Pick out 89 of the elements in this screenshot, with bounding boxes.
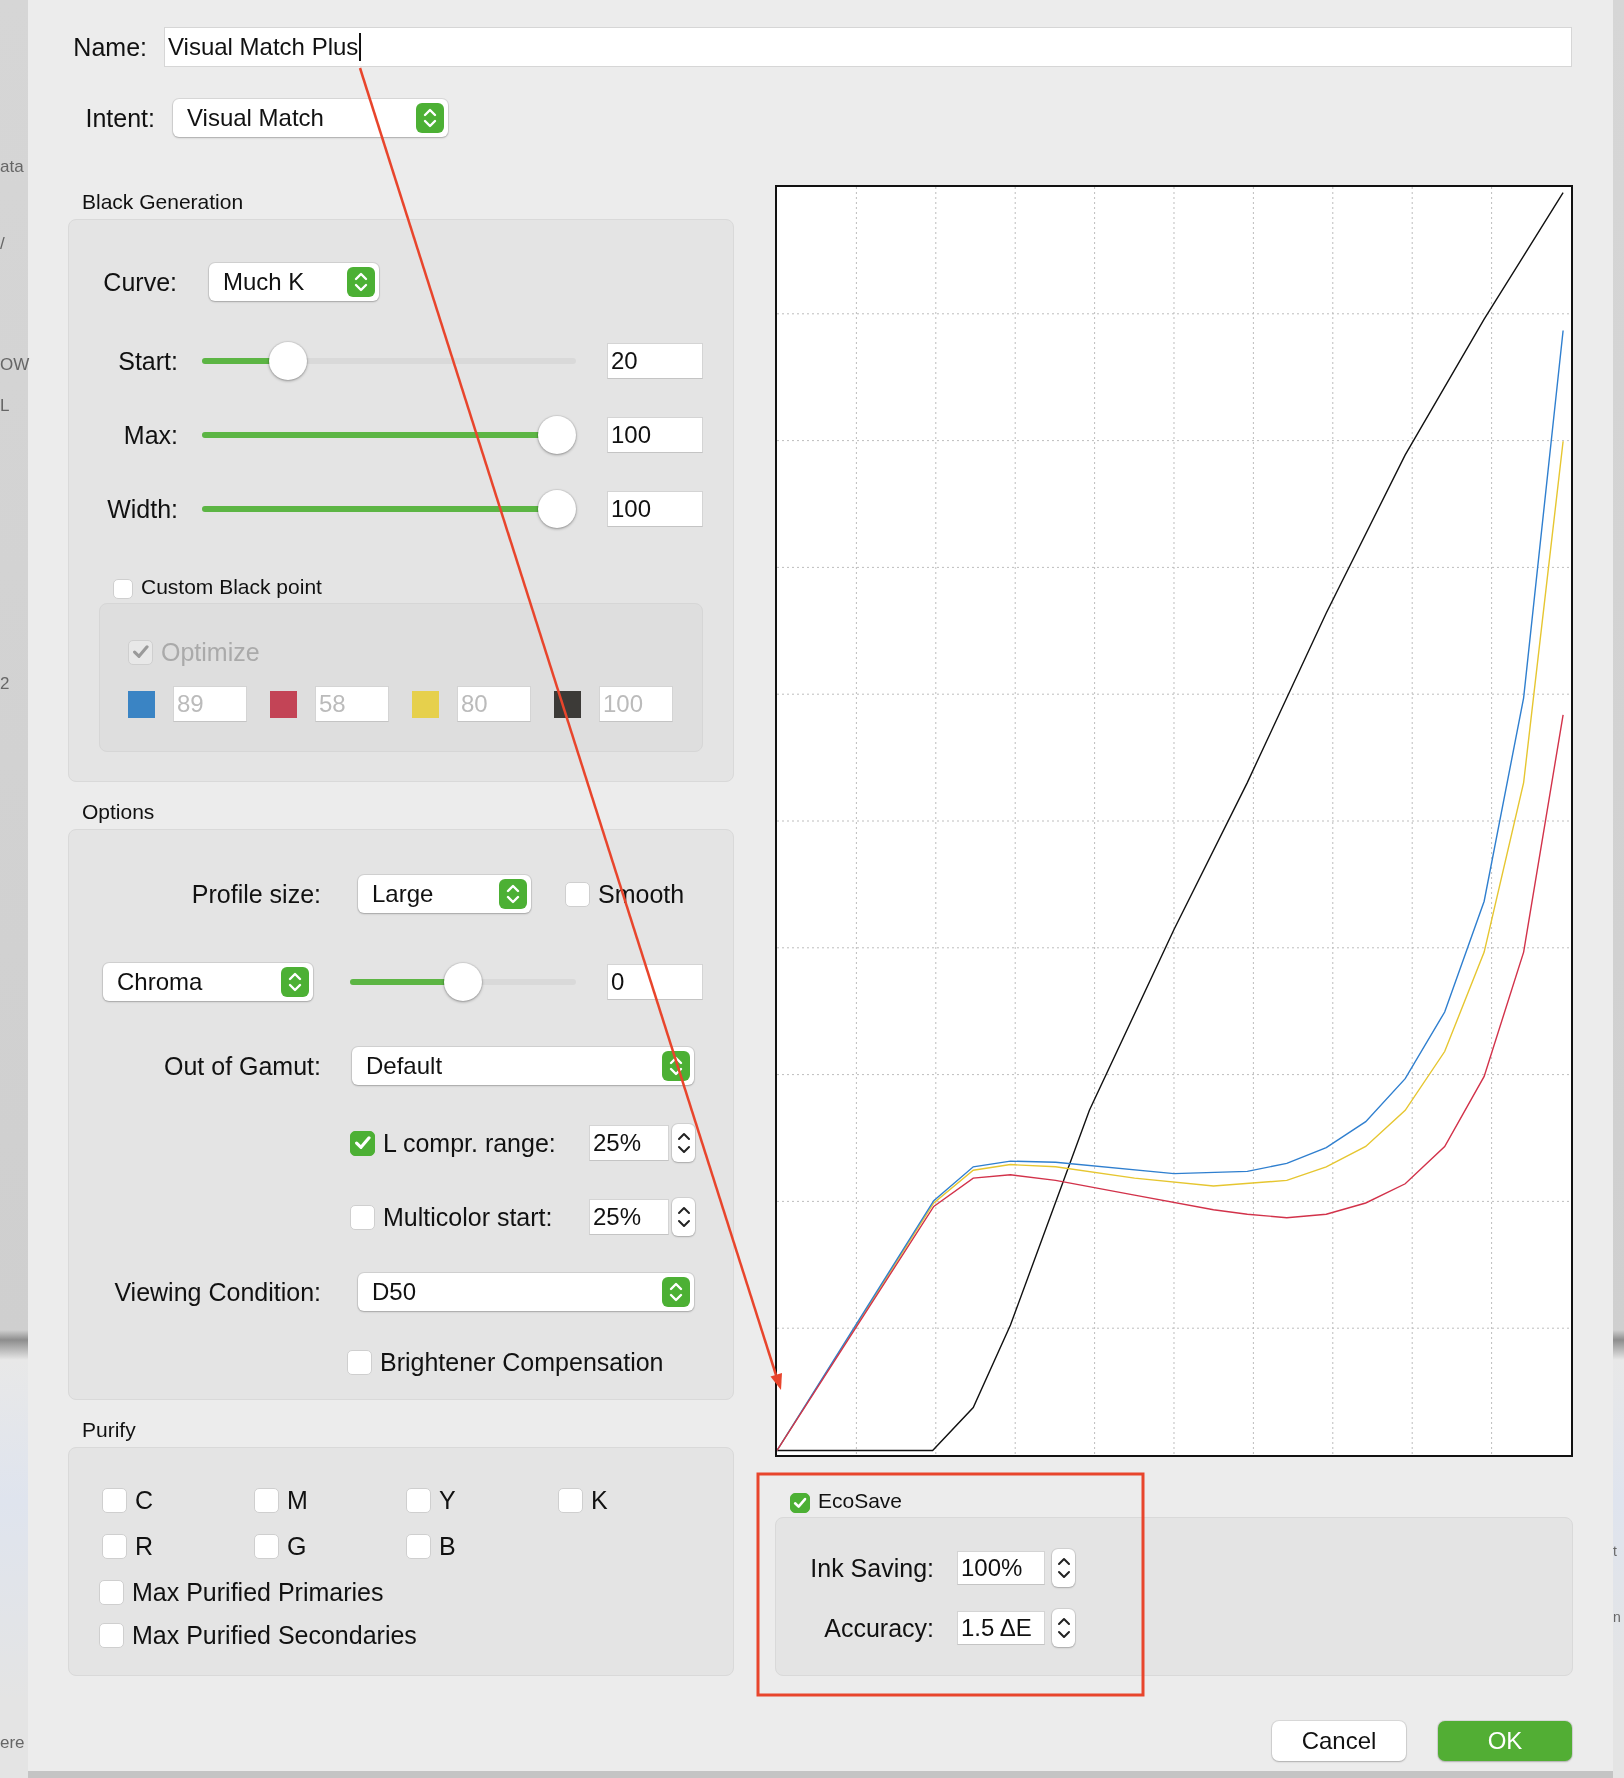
number-field[interactable]: 100% — [957, 1551, 1045, 1585]
slider[interactable] — [202, 416, 576, 454]
background-text: t — [1613, 1543, 1617, 1559]
field-label: Accuracy: — [823, 1613, 934, 1643]
popup-button[interactable]: D50 — [358, 1273, 694, 1311]
field-label: Profile size: — [190, 879, 321, 909]
checkbox[interactable] — [99, 1622, 124, 1648]
slider-thumb[interactable] — [269, 342, 308, 380]
checkbox-label: EcoSave — [818, 1489, 903, 1513]
name-field[interactable]: Visual Match Plus — [164, 27, 1572, 67]
checkbox-label: Brightener Compensation — [380, 1347, 664, 1377]
number-field[interactable]: 1.5 ΔE — [957, 1611, 1045, 1645]
slider[interactable] — [350, 963, 576, 1001]
text-cursor — [359, 33, 361, 61]
background-text: n — [1613, 1609, 1621, 1625]
stepper-icon — [416, 103, 444, 133]
checkbox[interactable] — [254, 1487, 279, 1513]
slider[interactable] — [202, 490, 576, 528]
checkbox-label: B — [439, 1531, 456, 1561]
checkbox[interactable] — [254, 1533, 279, 1559]
popup-button[interactable]: Visual Match — [173, 99, 448, 137]
popup-button[interactable]: Much K — [209, 263, 379, 301]
slider-thumb[interactable] — [538, 490, 576, 528]
stepper-icon — [662, 1051, 690, 1081]
field-label: Out of Gamut: — [163, 1051, 321, 1081]
field-label: Max: — [122, 420, 178, 450]
checkbox-label: R — [135, 1531, 154, 1561]
stepper-button[interactable] — [1052, 1549, 1075, 1587]
field-label: Intent: — [84, 103, 155, 133]
number-field[interactable]: 20 — [607, 343, 703, 379]
checkbox[interactable] — [790, 1493, 810, 1513]
checkbox-label: Custom Black point — [141, 575, 322, 599]
checkbox-label: C — [135, 1485, 154, 1515]
popup-button[interactable]: Default — [352, 1047, 694, 1085]
stepper-icon — [662, 1277, 690, 1307]
section-title: Options — [81, 799, 156, 825]
checkbox[interactable] — [565, 881, 590, 907]
checkbox-label: Max Purified Secondaries — [132, 1620, 417, 1650]
number-field[interactable]: 0 — [607, 964, 703, 1000]
stepper-icon — [347, 267, 375, 297]
background-text: OW — [0, 355, 30, 375]
checkbox[interactable] — [406, 1487, 431, 1513]
checkbox[interactable] — [102, 1533, 127, 1559]
slider-thumb[interactable] — [538, 416, 576, 454]
section-title: Purify — [81, 1417, 137, 1443]
field-label: Name: — [72, 32, 147, 62]
number-field[interactable]: 100 — [607, 491, 703, 527]
section-title: Black Generation — [81, 189, 245, 215]
stepper-button[interactable] — [672, 1124, 695, 1162]
slider-thumb[interactable] — [444, 963, 482, 1001]
field-label: Width: — [106, 494, 178, 524]
checkbox[interactable] — [558, 1487, 583, 1513]
slider[interactable] — [202, 342, 576, 380]
checkbox[interactable] — [102, 1487, 127, 1513]
background-text: ata — [0, 157, 24, 177]
checkbox[interactable] — [406, 1533, 431, 1559]
checkbox-label: M — [287, 1485, 308, 1515]
background-text: / — [0, 234, 5, 254]
number-field[interactable]: 25% — [589, 1199, 669, 1235]
checkbox-label: Y — [439, 1485, 456, 1515]
checkbox[interactable] — [113, 579, 133, 599]
number-field[interactable]: 100 — [607, 417, 703, 453]
checkbox-label: Max Purified Primaries — [132, 1577, 384, 1607]
checkbox-label: K — [591, 1485, 608, 1515]
checkmark-icon — [131, 643, 150, 661]
stepper-icon — [281, 967, 309, 997]
stepper-button[interactable] — [1052, 1609, 1075, 1647]
background-text: ere — [0, 1733, 25, 1753]
stepper-button[interactable] — [672, 1198, 695, 1236]
field-label: Viewing Condition: — [113, 1277, 321, 1307]
checkmark-icon — [353, 1134, 372, 1152]
checkbox-label: Multicolor start: — [383, 1202, 553, 1232]
checkbox-label: L compr. range: — [383, 1128, 556, 1158]
stepper-icon — [499, 879, 527, 909]
checkbox[interactable] — [347, 1349, 372, 1375]
background-text: 2 — [0, 674, 10, 694]
checkbox-label: G — [287, 1531, 307, 1561]
popup-button[interactable]: Large — [358, 875, 531, 913]
checkbox[interactable] — [99, 1579, 124, 1605]
background-text: L — [0, 396, 10, 416]
field-label: Ink Saving: — [809, 1553, 934, 1583]
checkbox[interactable] — [350, 1204, 375, 1230]
checkmark-icon — [793, 1496, 807, 1510]
popup-button[interactable]: Chroma — [103, 963, 313, 1001]
field-label: Start: — [117, 346, 178, 376]
field-label: Curve: — [102, 267, 177, 297]
checkbox[interactable] — [350, 1130, 375, 1156]
cancel-button[interactable]: Cancel — [1272, 1721, 1406, 1761]
number-field[interactable]: 25% — [589, 1125, 669, 1161]
